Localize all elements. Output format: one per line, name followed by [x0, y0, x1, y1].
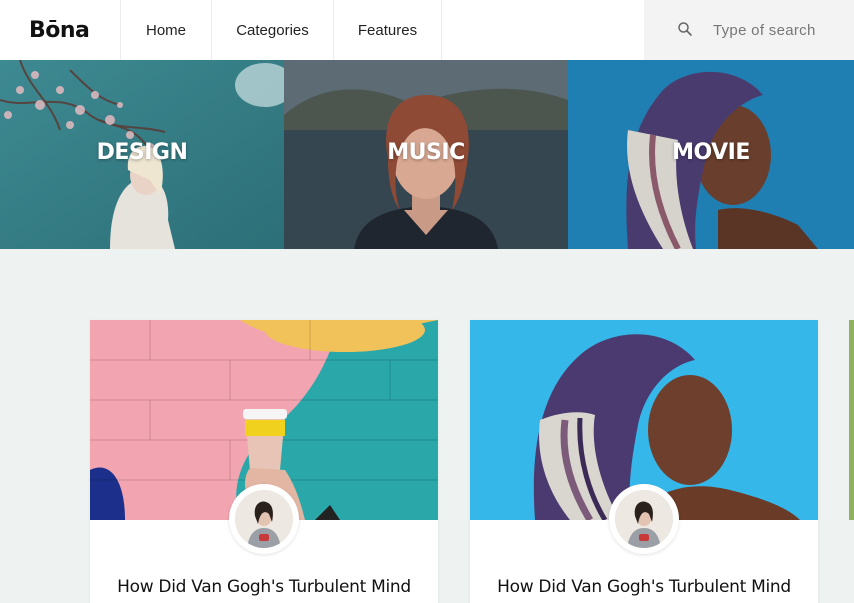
nav-features[interactable]: Features	[334, 0, 442, 60]
author-avatar-image	[615, 490, 673, 548]
site-header: Bōna Home Categories Features	[0, 0, 854, 60]
category-tile-design[interactable]: DESIGN	[0, 60, 284, 249]
category-label-movie: MOVIE	[672, 140, 750, 165]
category-label-music: MUSIC	[387, 140, 465, 165]
post-title[interactable]: How Did Van Gogh's Turbulent Mind	[470, 577, 818, 597]
post-card[interactable]: How Did Van Gogh's Turbulent Mind	[90, 320, 438, 603]
nav-home[interactable]: Home	[121, 0, 212, 60]
category-tile-music[interactable]: MUSIC	[284, 60, 568, 249]
author-avatar[interactable]	[609, 484, 679, 554]
next-card-edge	[849, 320, 854, 520]
search-input[interactable]	[713, 18, 848, 42]
post-card[interactable]: How Did Van Gogh's Turbulent Mind	[470, 320, 818, 603]
post-title[interactable]: How Did Van Gogh's Turbulent Mind	[90, 577, 438, 597]
author-avatar-image	[235, 490, 293, 548]
nav-categories[interactable]: Categories	[212, 0, 334, 60]
category-label-design: DESIGN	[96, 140, 188, 165]
category-tile-movie[interactable]: MOVIE	[568, 60, 854, 249]
search-bar	[644, 0, 854, 60]
category-tiles: DESIGN MUSIC MOVIE	[0, 60, 854, 249]
main-nav: Home Categories Features	[120, 0, 442, 60]
site-logo[interactable]: Bōna	[0, 0, 120, 60]
author-avatar[interactable]	[229, 484, 299, 554]
search-icon[interactable]	[677, 21, 693, 37]
